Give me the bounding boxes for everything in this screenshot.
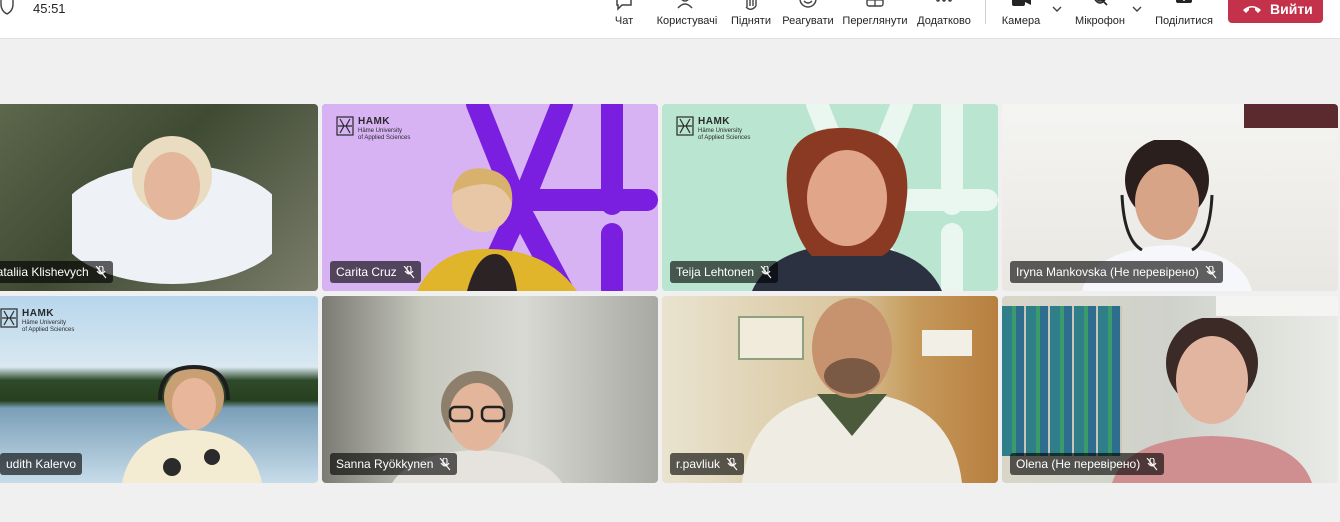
participant-name-tag: udith Kalervo [0, 453, 83, 475]
air-conditioner [1216, 296, 1338, 316]
raise-hand-button[interactable]: Підняти [728, 0, 774, 38]
participant-name-tag: Sanna Ryökkynen [330, 453, 458, 475]
participant-tile-teija[interactable]: HAMK Häme University of Applied Sciences … [662, 104, 998, 291]
chat-icon [616, 0, 632, 11]
camera-options-chevron-down-icon[interactable] [1051, 4, 1063, 14]
microphone-muted-icon [95, 265, 107, 278]
participant-tile-sanna[interactable]: Sanna Ryökkynen [322, 296, 658, 483]
participant-name-tag: Teija Lehtonen [670, 261, 779, 283]
camera-button[interactable]: Камера [998, 0, 1044, 38]
react-button[interactable]: Реагувати [780, 0, 836, 38]
participant-tile-judith[interactable]: HAMK Häme University of Applied Sciences … [0, 296, 318, 483]
microphone-muted-icon [1205, 265, 1217, 278]
participant-video-figure [122, 364, 262, 483]
hand-icon [745, 0, 757, 10]
ellipsis-icon [936, 0, 952, 2]
hamk-emblem-icon [336, 116, 354, 136]
hamk-logo: HAMK Häme University of Applied Sciences [676, 116, 750, 141]
participant-video-figure [752, 127, 942, 291]
people-icon [677, 0, 693, 9]
participant-name-tag: Carita Cruz [330, 261, 421, 283]
participant-video-figure [417, 168, 577, 291]
microphone-muted-icon [726, 457, 738, 470]
people-button[interactable]: Користувачі [654, 0, 720, 38]
participant-tile-nataliia[interactable]: Nataliia Klishevych [0, 104, 318, 291]
microphone-muted-icon [1094, 0, 1108, 6]
wall-picture [1244, 104, 1338, 128]
participant-video-figure [742, 298, 962, 483]
hamk-emblem-icon [0, 308, 18, 328]
phone-hangup-icon [1243, 6, 1261, 13]
layout-icon [866, 0, 884, 7]
hamk-logo: HAMK Häme University of Applied Sciences [336, 116, 410, 141]
participant-name-tag: r.pavliuk [670, 453, 745, 475]
chat-button[interactable]: Чат [604, 0, 644, 38]
microphone-muted-icon [439, 457, 451, 470]
hamk-logo: HAMK Häme University of Applied Sciences [0, 308, 74, 333]
shield-icon [0, 0, 14, 15]
camera-icon [1012, 0, 1031, 6]
share-icon [1176, 0, 1192, 3]
microphone-options-chevron-down-icon[interactable] [1131, 4, 1143, 14]
leave-button[interactable]: Вийти [1228, 0, 1323, 23]
microphone-muted-icon [403, 265, 415, 278]
share-button[interactable]: Поділитися [1152, 0, 1216, 38]
participant-name-tag: Olena (Не перевірено) [1010, 453, 1165, 475]
participant-tile-iryna[interactable]: Iryna Mankovska (Не перевірено) [1002, 104, 1338, 291]
more-button[interactable]: Додатково [914, 0, 974, 38]
meeting-timer: 45:51 [33, 1, 66, 16]
microphone-button[interactable]: Мікрофон [1070, 0, 1130, 38]
participant-tile-rpavliuk[interactable]: r.pavliuk [662, 296, 998, 483]
smile-icon [799, 0, 817, 8]
participant-tile-carita[interactable]: HAMK Häme University of Applied Sciences … [322, 104, 658, 291]
participant-name-tag: Iryna Mankovska (Не перевірено) [1010, 261, 1223, 283]
participant-name-tag: Nataliia Klishevych [0, 261, 113, 283]
toolbar-divider [985, 0, 986, 24]
microphone-muted-icon [760, 265, 772, 278]
view-button[interactable]: Переглянути [842, 0, 908, 38]
participant-tile-olena[interactable]: Olena (Не перевірено) [1002, 296, 1338, 483]
microphone-muted-icon [1146, 457, 1158, 470]
meeting-toolbar: 45:51 Чат Користувачі Підняти Реагувати … [0, 0, 1340, 39]
bookshelf [1002, 306, 1122, 456]
hamk-emblem-icon [676, 116, 694, 136]
